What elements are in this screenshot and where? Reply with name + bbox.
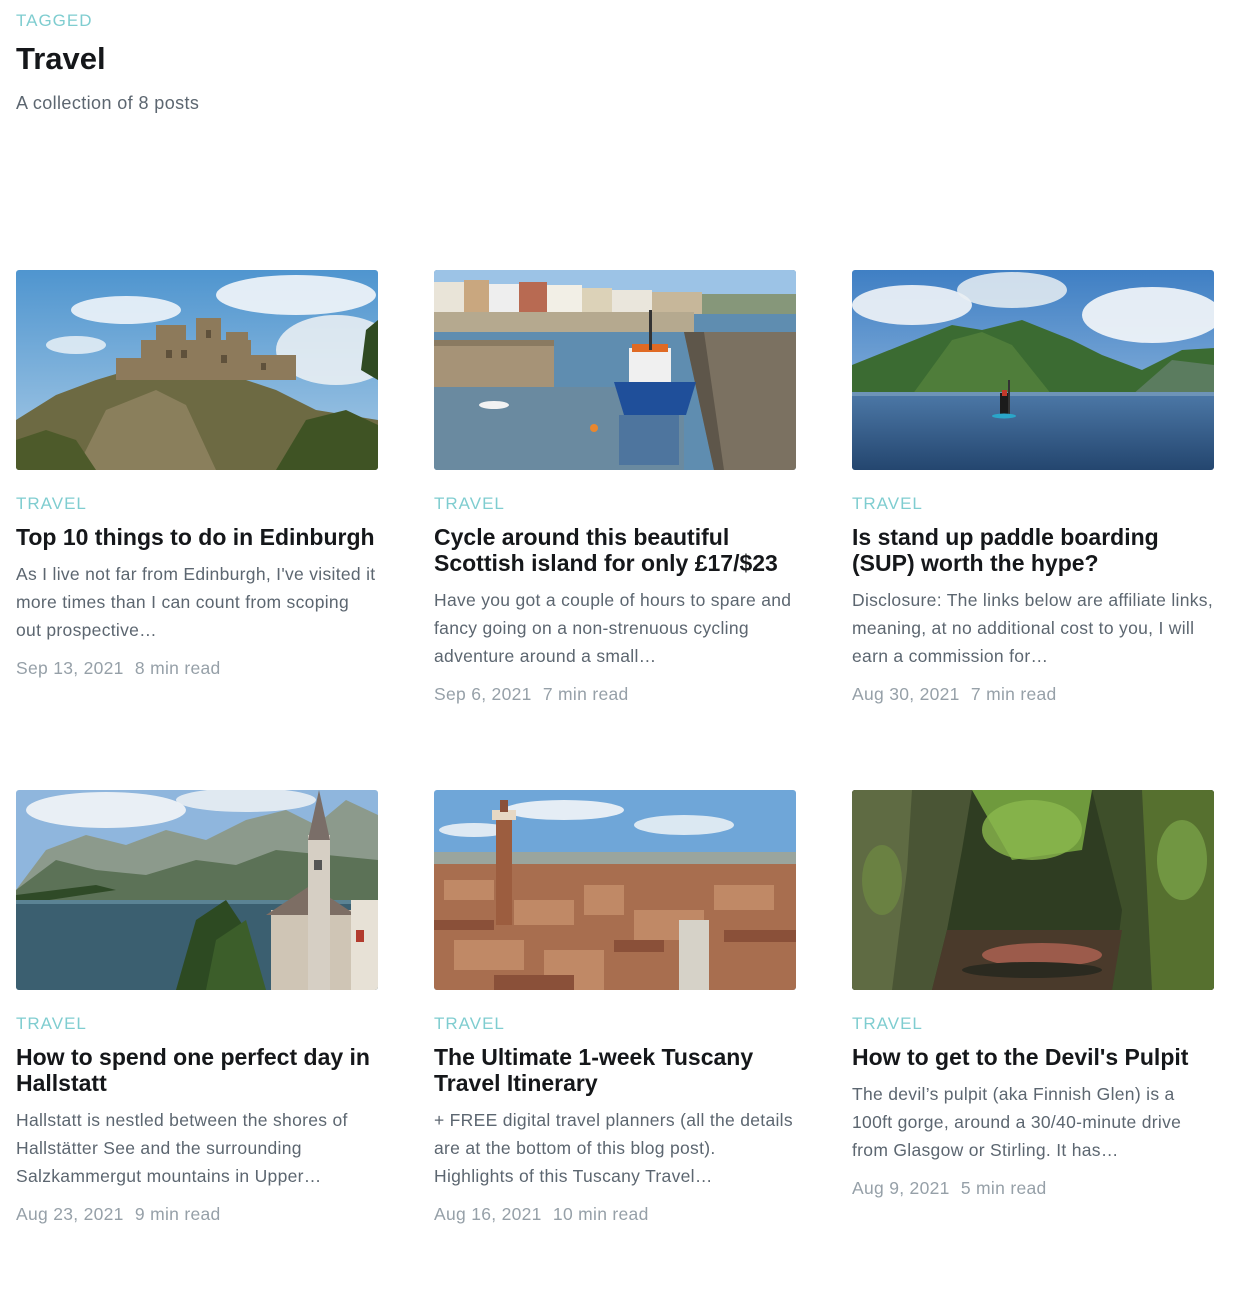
- post-title[interactable]: Top 10 things to do in Edinburgh: [16, 524, 378, 550]
- hallstatt-church-image: [16, 790, 378, 990]
- tag-description: A collection of 8 posts: [16, 93, 200, 113]
- post-title[interactable]: Is stand up paddle boarding (SUP) worth …: [852, 524, 1214, 576]
- paddleboard-loch-image: [852, 270, 1214, 470]
- post-excerpt: + FREE digital travel planners (all the …: [434, 1110, 793, 1186]
- post-date: Sep 13, 2021: [16, 658, 124, 678]
- post-tag[interactable]: Travel: [434, 1014, 796, 1034]
- post-card[interactable]: Travel The Ultimate 1-week Tuscany Trave…: [434, 790, 796, 1310]
- post-excerpt: As I live not far from Edinburgh, I've v…: [16, 564, 376, 640]
- post-image-link[interactable]: [434, 270, 796, 470]
- post-card[interactable]: Travel Is stand up paddle boarding (SUP)…: [852, 270, 1214, 790]
- post-date: Aug 30, 2021: [852, 684, 960, 704]
- post-title[interactable]: The Ultimate 1-week Tuscany Travel Itine…: [434, 1044, 796, 1096]
- post-tag[interactable]: Travel: [434, 494, 796, 514]
- tag-eyebrow: Tagged: [16, 11, 93, 30]
- post-date: Aug 9, 2021: [852, 1178, 950, 1198]
- post-read-time: 8 min read: [134, 658, 221, 678]
- post-read-time: 9 min read: [134, 1204, 221, 1224]
- post-image-link[interactable]: [16, 790, 378, 990]
- post-image-link[interactable]: [16, 270, 378, 470]
- post-excerpt: Hallstatt is nestled between the shores …: [16, 1110, 348, 1186]
- post-excerpt: The devil’s pulpit (aka Finnish Glen) is…: [852, 1084, 1182, 1160]
- post-tag[interactable]: Travel: [852, 1014, 1214, 1034]
- gorge-image: [852, 790, 1214, 990]
- harbour-boat-image: [434, 270, 796, 470]
- post-title[interactable]: How to spend one perfect day in Hallstat…: [16, 1044, 378, 1096]
- post-meta: Aug 30, 2021 7 min read: [852, 684, 1214, 705]
- edinburgh-castle-image: [16, 270, 378, 470]
- post-card[interactable]: Travel Top 10 things to do in Edinburgh …: [16, 270, 378, 790]
- tag-page: Tagged Travel A collection of 8 posts: [0, 0, 1234, 1238]
- post-card[interactable]: Travel Cycle around this beautiful Scott…: [434, 270, 796, 790]
- tag-header: Tagged Travel A collection of 8 posts: [16, 10, 199, 114]
- post-date: Aug 16, 2021: [434, 1204, 542, 1224]
- post-read-time: 5 min read: [960, 1178, 1047, 1198]
- post-meta: Sep 6, 2021 7 min read: [434, 684, 796, 705]
- post-excerpt: Have you got a couple of hours to spare …: [434, 590, 792, 666]
- post-image-link[interactable]: [434, 790, 796, 990]
- post-tag[interactable]: Travel: [16, 1014, 378, 1034]
- post-meta: Aug 16, 2021 10 min read: [434, 1204, 796, 1225]
- post-date: Aug 23, 2021: [16, 1204, 124, 1224]
- post-tag[interactable]: Travel: [852, 494, 1214, 514]
- post-read-time: 10 min read: [552, 1204, 649, 1224]
- post-image-link[interactable]: [852, 790, 1214, 990]
- post-meta: Sep 13, 2021 8 min read: [16, 658, 378, 679]
- post-meta: Aug 9, 2021 5 min read: [852, 1178, 1214, 1199]
- post-card[interactable]: Travel How to get to the Devil's Pulpit …: [852, 790, 1214, 1310]
- post-title[interactable]: Cycle around this beautiful Scottish isl…: [434, 524, 796, 576]
- post-card[interactable]: Travel How to spend one perfect day in H…: [16, 790, 378, 1310]
- post-tag[interactable]: Travel: [16, 494, 378, 514]
- post-read-time: 7 min read: [970, 684, 1057, 704]
- siena-rooftops-image: [434, 790, 796, 990]
- post-title[interactable]: How to get to the Devil's Pulpit: [852, 1044, 1214, 1070]
- post-meta: Aug 23, 2021 9 min read: [16, 1204, 378, 1225]
- page-title: Travel: [16, 41, 106, 76]
- post-excerpt: Disclosure: The links below are affiliat…: [852, 590, 1213, 666]
- post-read-time: 7 min read: [542, 684, 629, 704]
- post-date: Sep 6, 2021: [434, 684, 532, 704]
- post-image-link[interactable]: [852, 270, 1214, 470]
- post-feed: Travel Top 10 things to do in Edinburgh …: [16, 270, 1214, 1310]
